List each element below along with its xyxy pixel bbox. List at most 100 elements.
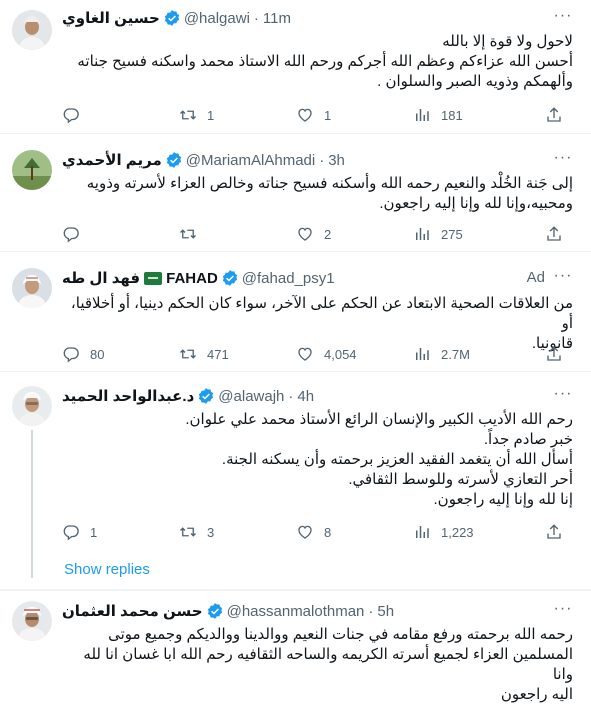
views-button[interactable]: 1,223	[413, 523, 530, 541]
views-icon	[413, 345, 431, 363]
thread-line	[31, 430, 33, 578]
heart-icon	[296, 345, 314, 363]
timestamp[interactable]: 5h	[377, 603, 394, 620]
username[interactable]: @MariamAlAhmadi	[186, 152, 315, 169]
action-bar: 1 1 181	[62, 105, 573, 125]
username[interactable]: @alawajh	[218, 388, 284, 405]
ad-label: Ad	[526, 269, 545, 286]
action-bar: 2 275	[62, 224, 573, 244]
display-name-arabic[interactable]: فهد ال طه	[62, 269, 140, 287]
tweet-header: حسين الغاوي @halgawi · 11m	[62, 8, 579, 28]
reply-icon	[62, 523, 80, 541]
tweet-text: رحم الله الأديب الكبير والإنسان الرائع ا…	[62, 410, 573, 510]
avatar-image	[12, 268, 52, 308]
tweet[interactable]: مريم الأحمدي @MariamAlAhmadi · 3h ··· إل…	[0, 134, 591, 252]
tweet[interactable]: حسين الغاوي @halgawi · 11m ··· لاحول ولا…	[0, 0, 591, 134]
avatar-image	[12, 601, 52, 641]
username[interactable]: @fahad_psy1	[242, 270, 335, 287]
verified-badge-icon	[163, 9, 181, 27]
username[interactable]: @halgawi	[184, 10, 250, 27]
share-icon	[545, 106, 563, 124]
avatar[interactable]	[12, 268, 52, 308]
like-button[interactable]: 1	[296, 106, 413, 124]
like-button[interactable]: 8	[296, 523, 413, 541]
saudi-flag-icon	[144, 271, 163, 285]
avatar[interactable]	[12, 10, 52, 50]
avatar-image	[12, 386, 52, 426]
tweet-header: مريم الأحمدي @MariamAlAhmadi · 3h	[62, 150, 579, 170]
retweet-icon	[179, 523, 197, 541]
separator-dot: ·	[253, 9, 259, 27]
share-button[interactable]	[545, 523, 573, 541]
text-line: رحم الله الأديب الكبير والإنسان الرائع ا…	[185, 411, 573, 428]
share-button[interactable]	[545, 225, 573, 243]
action-bar: 80 471 4,054 2.7M	[62, 344, 573, 364]
tweet[interactable]: د.عبدالواحد الحميد @alawajh · 4h ··· رحم…	[0, 372, 591, 590]
views-icon	[413, 106, 431, 124]
retweet-icon	[179, 106, 197, 124]
reply-icon	[62, 225, 80, 243]
share-icon	[545, 225, 563, 243]
more-options-icon[interactable]: ···	[553, 601, 573, 623]
text-line: اليه راجعون	[500, 686, 573, 703]
more-options-icon[interactable]: ···	[553, 8, 573, 30]
retweet-icon	[179, 225, 197, 243]
tweet[interactable]: حسن محمد العثمان @hassanmalothman · 5h ·…	[0, 590, 591, 703]
action-bar: 1 3 8 1,223	[62, 522, 573, 542]
display-name[interactable]: حسن محمد العثمان	[62, 602, 203, 620]
display-name[interactable]: FAHAD	[166, 270, 218, 287]
views-button[interactable]: 275	[413, 225, 530, 243]
separator-dot: ·	[368, 602, 374, 620]
text-line: أحسن الله عزاءكم وعظم الله أجركم ورحم ال…	[77, 53, 573, 70]
text-line: وألهمكم وذويه الصبر والسلوان .	[377, 73, 573, 90]
text-line: لاحول ولا قوة إلا بالله	[442, 33, 573, 50]
avatar[interactable]	[12, 601, 52, 641]
tweet-header: حسن محمد العثمان @hassanmalothman · 5h	[62, 601, 579, 621]
timestamp[interactable]: 4h	[297, 388, 314, 405]
like-button[interactable]: 2	[296, 225, 413, 243]
views-icon	[413, 225, 431, 243]
views-button[interactable]: 181	[413, 106, 530, 124]
display-name[interactable]: حسين الغاوي	[62, 9, 160, 27]
retweet-button[interactable]: 1	[179, 106, 296, 124]
views-button[interactable]: 2.7M	[413, 345, 530, 363]
more-options-icon[interactable]: ···	[553, 268, 573, 290]
reply-button[interactable]: 1	[62, 523, 179, 541]
reply-button[interactable]	[62, 225, 179, 243]
more-options-icon[interactable]: ···	[553, 150, 573, 172]
share-button[interactable]	[545, 345, 573, 363]
promoted-tweet[interactable]: فهد ال طه FAHAD @fahad_psy1 Ad ··· من ال…	[0, 252, 591, 372]
separator-dot: ·	[288, 387, 294, 405]
retweet-button[interactable]: 471	[179, 345, 296, 363]
heart-icon	[296, 523, 314, 541]
display-name[interactable]: د.عبدالواحد الحميد	[62, 387, 194, 405]
tweet-text: لاحول ولا قوة إلا بالله أحسن الله عزاءكم…	[62, 32, 573, 92]
more-options-icon[interactable]: ···	[553, 386, 573, 408]
heart-icon	[296, 106, 314, 124]
text-line: رحمه الله برحمته ورفع مقامه في جنات النع…	[108, 626, 573, 643]
text-line: أسأل الله أن يتغمد الفقيد العزيز برحمته …	[221, 451, 573, 468]
like-button[interactable]: 4,054	[296, 345, 413, 363]
tweet-header: فهد ال طه FAHAD @fahad_psy1	[62, 268, 579, 288]
retweet-button[interactable]	[179, 225, 296, 243]
verified-badge-icon	[197, 387, 215, 405]
separator-dot: ·	[319, 151, 325, 169]
username[interactable]: @hassanmalothman	[227, 603, 365, 620]
verified-badge-icon	[206, 602, 224, 620]
reply-button[interactable]: 80	[62, 345, 179, 363]
avatar[interactable]	[12, 150, 52, 190]
text-line: من العلاقات الصحية الابتعاد عن الحكم على…	[70, 295, 573, 332]
timestamp[interactable]: 3h	[328, 152, 345, 169]
retweet-button[interactable]: 3	[179, 523, 296, 541]
timestamp[interactable]: 11m	[263, 10, 291, 27]
retweet-icon	[179, 345, 197, 363]
share-button[interactable]	[545, 106, 573, 124]
display-name[interactable]: مريم الأحمدي	[62, 151, 162, 169]
avatar-image	[12, 150, 52, 190]
reply-button[interactable]	[62, 106, 179, 124]
text-line: أحر التعازي لأسرته وللوسط الثقافي.	[348, 471, 573, 488]
show-replies-link[interactable]: Show replies	[64, 561, 150, 578]
heart-icon	[296, 225, 314, 243]
avatar[interactable]	[12, 386, 52, 426]
share-icon	[545, 345, 563, 363]
